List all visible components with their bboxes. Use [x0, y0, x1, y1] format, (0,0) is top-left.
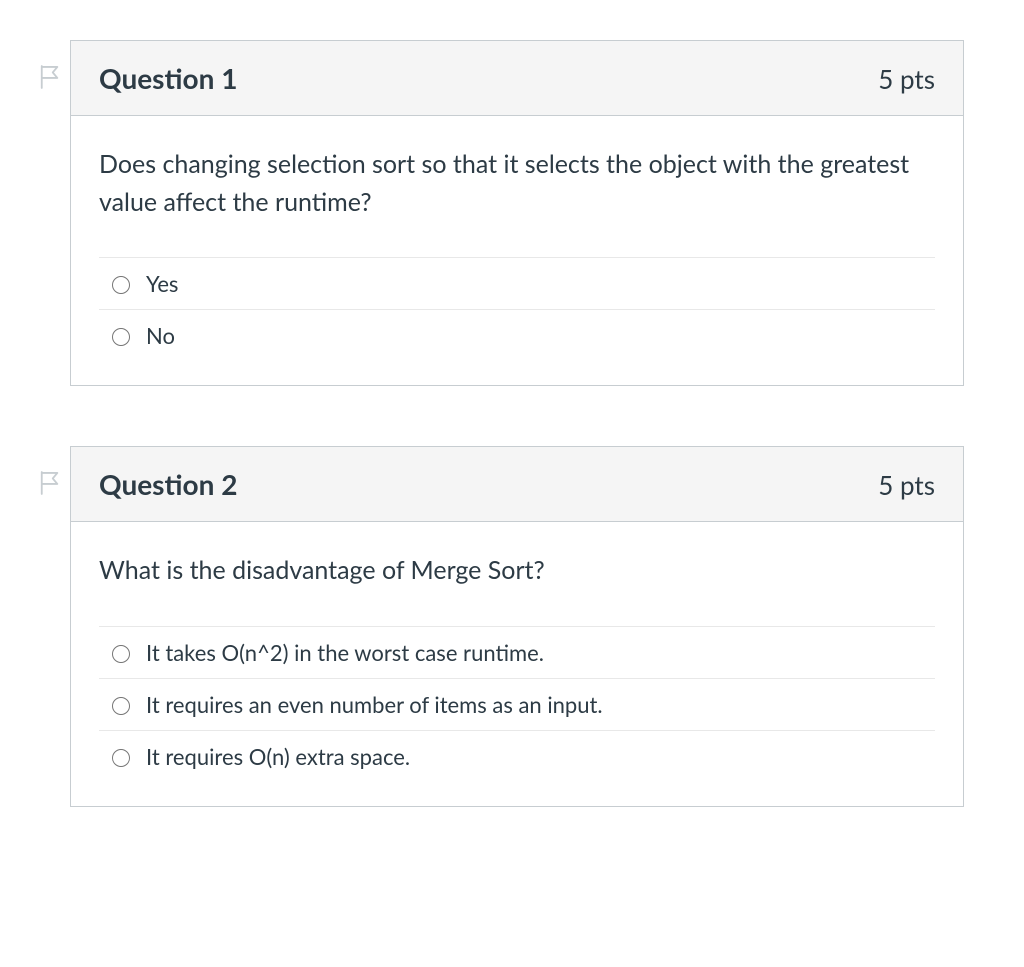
flag-icon[interactable] [39, 470, 61, 496]
question-title: Question 1 [99, 61, 237, 95]
question-body: What is the disadvantage of Merge Sort? … [71, 522, 963, 806]
option-row[interactable]: Yes [99, 257, 935, 309]
flag-icon[interactable] [39, 64, 61, 90]
question-header: Question 1 5 pts [71, 41, 963, 116]
option-radio[interactable] [112, 749, 130, 767]
question-title: Question 2 [99, 467, 237, 501]
question-header: Question 2 5 pts [71, 447, 963, 522]
question-points: 5 pts [878, 469, 935, 501]
question-prompt: Does changing selection sort so that it … [99, 146, 935, 221]
question-card: Question 1 5 pts Does changing selection… [70, 40, 964, 386]
question-points: 5 pts [878, 63, 935, 95]
option-radio[interactable] [112, 276, 130, 294]
option-row[interactable]: No [99, 309, 935, 361]
flag-column [30, 40, 70, 90]
question-prompt: What is the disadvantage of Merge Sort? [99, 552, 935, 590]
option-row[interactable]: It takes O(n^2) in the worst case runtim… [99, 626, 935, 678]
question-block: Question 1 5 pts Does changing selection… [30, 40, 964, 386]
option-radio[interactable] [112, 697, 130, 715]
option-label: Yes [146, 270, 178, 297]
option-row[interactable]: It requires O(n) extra space. [99, 730, 935, 782]
quiz-page: Question 1 5 pts Does changing selection… [0, 0, 1024, 907]
option-label: It takes O(n^2) in the worst case runtim… [146, 639, 544, 666]
option-label: No [146, 322, 175, 349]
question-card: Question 2 5 pts What is the disadvantag… [70, 446, 964, 807]
options-list: It takes O(n^2) in the worst case runtim… [99, 626, 935, 782]
option-label: It requires O(n) extra space. [146, 743, 410, 770]
flag-column [30, 446, 70, 496]
option-label: It requires an even number of items as a… [146, 691, 603, 718]
option-radio[interactable] [112, 645, 130, 663]
question-block: Question 2 5 pts What is the disadvantag… [30, 446, 964, 807]
option-row[interactable]: It requires an even number of items as a… [99, 678, 935, 730]
option-radio[interactable] [112, 328, 130, 346]
options-list: Yes No [99, 257, 935, 361]
question-body: Does changing selection sort so that it … [71, 116, 963, 385]
